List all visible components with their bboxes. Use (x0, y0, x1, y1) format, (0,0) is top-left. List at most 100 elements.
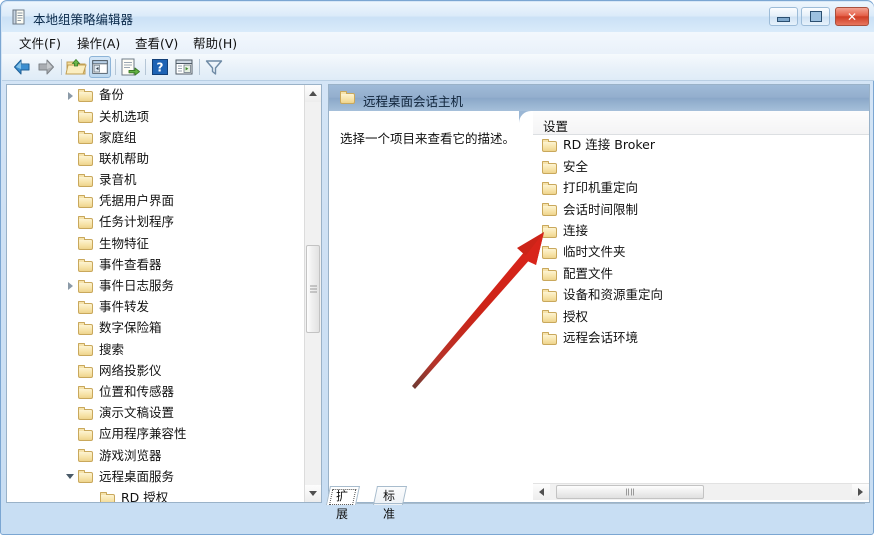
collapse-arrow-icon[interactable] (65, 280, 77, 292)
properties-button[interactable] (173, 56, 195, 78)
folder-icon (78, 385, 94, 399)
tree-item-13[interactable]: 网络投影仪 (7, 360, 304, 381)
tree-item-label: 游戏浏览器 (99, 447, 162, 463)
tree-item-label: 演示文稿设置 (99, 405, 175, 421)
folder-icon (542, 203, 558, 217)
toolbar: ? (2, 54, 874, 81)
menu-help[interactable]: 帮助(H) (186, 35, 244, 52)
description-text: 选择一个项目来查看它的描述。 (340, 131, 516, 146)
tree-item-6[interactable]: 任务计划程序 (7, 212, 304, 233)
tree-item-3[interactable]: 联机帮助 (7, 149, 304, 170)
tree-scroll-up-button[interactable] (305, 85, 321, 102)
tree-item-5[interactable]: 凭据用户界面 (7, 191, 304, 212)
settings-scroll-left-button[interactable] (533, 484, 550, 500)
tree-indent-spacer (65, 196, 77, 208)
toolbar-separator-2 (115, 59, 116, 75)
funnel-filter-icon (205, 60, 223, 75)
tree-indent-spacer (65, 407, 77, 419)
tree-item-2[interactable]: 家庭组 (7, 127, 304, 148)
menu-view[interactable]: 查看(V) (128, 35, 185, 52)
tree-vertical-scrollbar[interactable] (304, 85, 321, 502)
settings-list-item[interactable]: 打印机重定向 (533, 178, 869, 199)
filter-button[interactable] (203, 56, 225, 78)
folder-icon (78, 364, 94, 378)
tree-item-17[interactable]: 游戏浏览器 (7, 445, 304, 466)
folder-icon (542, 139, 558, 153)
tree-item-label: 数字保险箱 (99, 320, 162, 336)
settings-list-area: 设置 RD 连接 Broker 安全 打印机重定向 会话时间限制 连接临时文件夹配置文件… (533, 111, 869, 478)
tree-item-label: 位置和传感器 (99, 383, 175, 399)
settings-header-bar: 远程桌面会话主机 (329, 85, 869, 111)
tree-indent-spacer (65, 238, 77, 250)
settings-list-item[interactable]: 临时文件夹 (533, 242, 869, 263)
menu-action[interactable]: 操作(A) (70, 35, 127, 52)
tab-extended[interactable]: 扩展 (325, 486, 361, 521)
settings-scroll-thumb[interactable] (556, 485, 704, 499)
settings-horizontal-scrollbar[interactable] (533, 483, 869, 500)
show-hide-console-tree-button[interactable] (89, 56, 111, 78)
tree-item-19[interactable]: RD 授权 (7, 488, 304, 502)
tree-item-15[interactable]: 演示文稿设置 (7, 403, 304, 424)
settings-list-item[interactable]: 授权 (533, 306, 869, 327)
settings-list-item-label: 设备和资源重定向 (563, 287, 664, 303)
show-hide-console-tree-icon (92, 60, 108, 74)
tree-item-8[interactable]: 事件查看器 (7, 255, 304, 276)
settings-list-item[interactable]: 安全 (533, 156, 869, 177)
tree-item-10[interactable]: 事件转发 (7, 297, 304, 318)
folder-icon (78, 195, 94, 209)
tree-item-7[interactable]: 生物特征 (7, 233, 304, 254)
folder-icon (78, 470, 94, 484)
settings-list-item[interactable]: 会话时间限制 (533, 199, 869, 220)
console-tree[interactable]: 备份 关机选项 家庭组联机帮助录音机 凭据用户界面 任务计划程序 生物特征 事件查看器 事件日… (7, 85, 304, 502)
tree-scroll-thumb[interactable] (306, 245, 320, 333)
help-button[interactable]: ? (149, 56, 171, 78)
tabs-underline (328, 503, 865, 504)
properties-window-icon (175, 59, 193, 75)
settings-list-item-label: 临时文件夹 (563, 244, 626, 260)
scroll-grip-icon (310, 285, 317, 293)
tree-item-label: 远程桌面服务 (99, 468, 175, 484)
folder-icon (78, 216, 94, 230)
tree-indent-spacer (65, 365, 77, 377)
settings-list-item[interactable]: 远程会话环境 (533, 328, 869, 349)
tree-item-label: 联机帮助 (99, 150, 150, 166)
tree-item-11[interactable]: 数字保险箱 (7, 318, 304, 339)
folder-icon (78, 131, 94, 145)
close-button[interactable]: ✕ (835, 7, 869, 26)
settings-pane: 远程桌面会话主机 选择一个项目来查看它的描述。 设置 RD 连接 Broker 安… (328, 84, 870, 503)
settings-list-item[interactable]: 连接 (533, 221, 869, 242)
folder-icon (78, 173, 94, 187)
tree-item-4[interactable]: 录音机 (7, 170, 304, 191)
tree-indent-spacer (65, 259, 77, 271)
up-folder-button[interactable] (65, 56, 87, 78)
menu-file[interactable]: 文件(F) (12, 35, 68, 52)
settings-column-header[interactable]: 设置 (533, 111, 869, 135)
export-list-button[interactable] (119, 56, 141, 78)
tree-item-16[interactable]: 应用程序兼容性 (7, 424, 304, 445)
tree-indent-spacer (65, 323, 77, 335)
tree-item-14[interactable]: 位置和传感器 (7, 382, 304, 403)
settings-scroll-right-button[interactable] (852, 484, 869, 500)
maximize-button[interactable] (801, 7, 830, 26)
folder-icon (340, 91, 356, 104)
tree-item-1[interactable]: 关机选项 (7, 106, 304, 127)
folder-icon (78, 406, 94, 420)
tree-item-12[interactable]: 搜索 (7, 339, 304, 360)
tree-item-9[interactable]: 事件日志服务 (7, 276, 304, 297)
collapse-arrow-icon[interactable] (65, 90, 77, 102)
expand-arrow-icon[interactable] (65, 471, 77, 483)
tree-item-label: RD 授权 (121, 489, 169, 502)
settings-list[interactable]: RD 连接 Broker 安全 打印机重定向 会话时间限制 连接临时文件夹配置文件设备和… (533, 135, 869, 349)
minimize-button[interactable] (769, 7, 798, 26)
back-button[interactable] (11, 56, 33, 78)
forward-button[interactable] (35, 56, 57, 78)
tree-item-0[interactable]: 备份 (7, 85, 304, 106)
menu-bar: 文件(F) 操作(A) 查看(V) 帮助(H) (2, 32, 874, 54)
settings-list-item[interactable]: RD 连接 Broker (533, 135, 869, 156)
tree-scroll-down-button[interactable] (305, 485, 321, 502)
tree-item-18[interactable]: 远程桌面服务 (7, 466, 304, 487)
settings-list-item[interactable]: 配置文件 (533, 263, 869, 284)
settings-list-item[interactable]: 设备和资源重定向 (533, 285, 869, 306)
tree-indent-spacer (65, 386, 77, 398)
folder-icon (78, 279, 94, 293)
